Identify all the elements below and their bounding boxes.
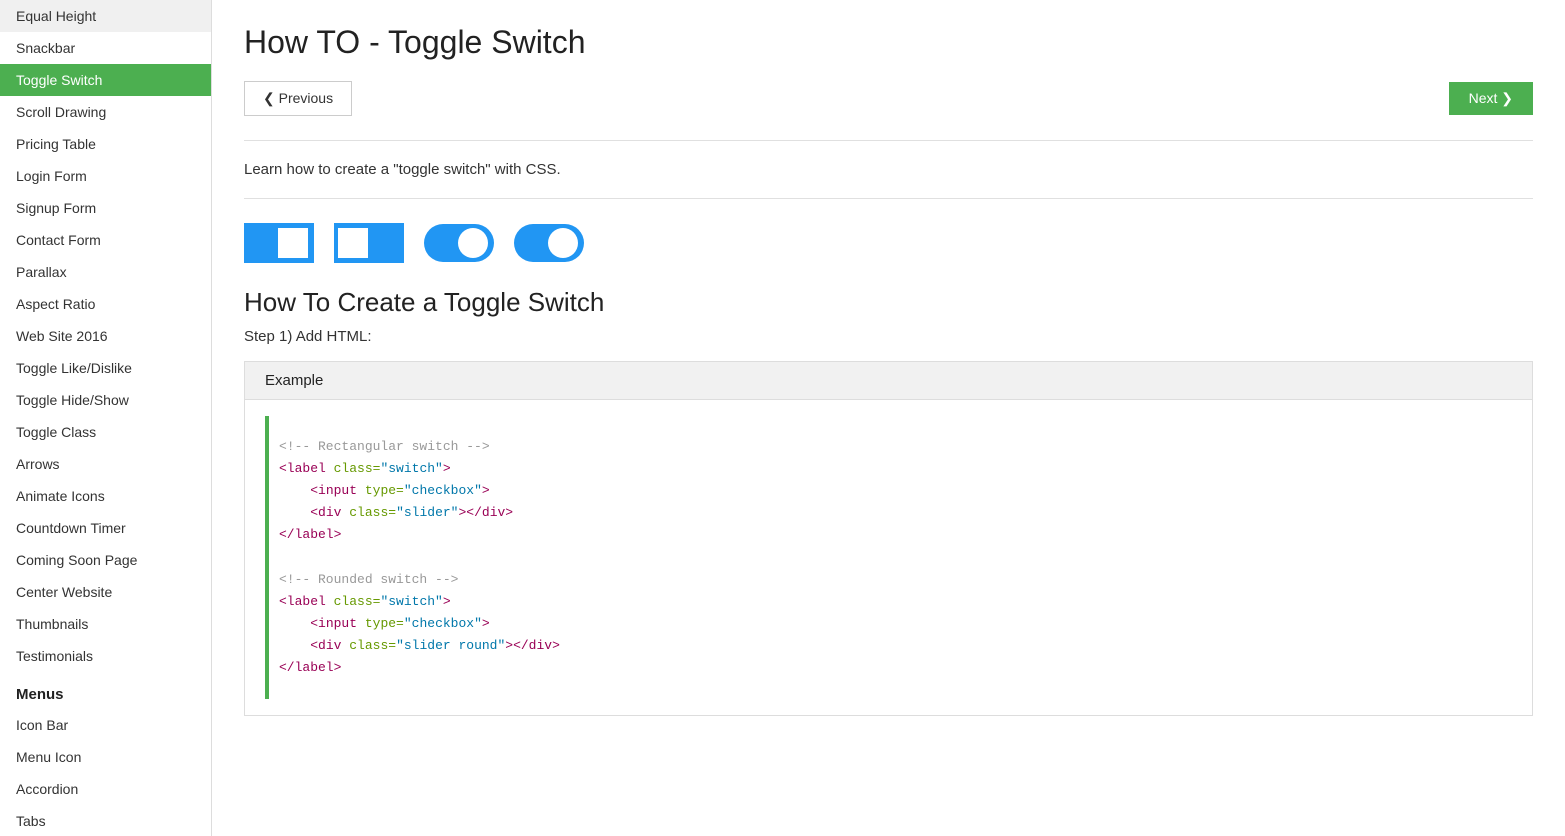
example-box: Example <!-- Rectangular switch --> <lab… [244,361,1533,716]
code-val-switch-1: "switch" [380,461,442,476]
slider-round-off [514,224,584,262]
example-header: Example [245,362,1532,400]
sidebar-item-scroll-drawing[interactable]: Scroll Drawing [0,96,211,128]
code-tag-label-2-end: </label> [279,660,341,675]
code-comment-2: <!-- Rounded switch --> [279,572,458,587]
code-tag-input-1-close: > [482,483,490,498]
toggle-round-off[interactable] [514,224,584,262]
code-attr-type-2: type= [365,616,404,631]
toggle-rect-off[interactable] [334,223,404,263]
code-tag-div-1: <div [310,505,341,520]
code-tag-input-2-close: > [482,616,490,631]
sidebar-item-toggle-hide-show[interactable]: Toggle Hide/Show [0,384,211,416]
toggle-round-on[interactable] [424,224,494,262]
toggle-rect-on[interactable] [244,223,314,263]
divider-2 [244,198,1533,199]
sidebar-item-countdown-timer[interactable]: Countdown Timer [0,512,211,544]
sidebar-item-contact-form[interactable]: Contact Form [0,224,211,256]
code-attr-type-1: type= [365,483,404,498]
sidebar-menu-items-list: Icon BarMenu IconAccordionTabsVertical T… [0,709,211,836]
sidebar-item-coming-soon-page[interactable]: Coming Soon Page [0,544,211,576]
sidebar-items-list: Equal HeightSnackbarToggle SwitchScroll … [0,0,211,672]
code-tag-div-2-close: ></div> [505,638,560,653]
sidebar-menu-item-icon-bar[interactable]: Icon Bar [0,709,211,741]
code-area: <!-- Rectangular switch --> <label class… [265,416,1512,699]
next-button[interactable]: Next ❯ [1449,82,1533,115]
code-tag-label-1-end: </label> [279,527,341,542]
code-tag-div-2: <div [310,638,341,653]
slider-rect-on [244,223,314,263]
sidebar-item-signup-form[interactable]: Signup Form [0,192,211,224]
sidebar-item-animate-icons[interactable]: Animate Icons [0,480,211,512]
code-val-slider-round: "slider round" [396,638,505,653]
sidebar-item-parallax[interactable]: Parallax [0,256,211,288]
code-attr-class-3: class= [334,594,381,609]
code-tag-input-2: <input [310,616,357,631]
code-block: <!-- Rectangular switch --> <label class… [245,400,1532,715]
sidebar-item-login-form[interactable]: Login Form [0,160,211,192]
code-tag-div-1-close: ></div> [458,505,513,520]
section-title: How To Create a Toggle Switch [244,287,1533,318]
sidebar-item-testimonials[interactable]: Testimonials [0,640,211,672]
slider-round-on [424,224,494,262]
sidebar-menu-item-menu-icon[interactable]: Menu Icon [0,741,211,773]
sidebar-item-pricing-table[interactable]: Pricing Table [0,128,211,160]
sidebar: Equal HeightSnackbarToggle SwitchScroll … [0,0,212,836]
sidebar-item-web-site-2016[interactable]: Web Site 2016 [0,320,211,352]
code-attr-class-4: class= [349,638,396,653]
menus-section-label: Menus [0,672,211,709]
prev-button[interactable]: ❮ Previous [244,81,352,116]
sidebar-item-toggle-like-dislike[interactable]: Toggle Like/Dislike [0,352,211,384]
slider-rect-off [334,223,404,263]
nav-buttons: ❮ Previous Next ❯ [244,81,1533,116]
sidebar-item-toggle-class[interactable]: Toggle Class [0,416,211,448]
divider-1 [244,140,1533,141]
code-tag-label-1: <label [279,461,326,476]
code-attr-class-1: class= [334,461,381,476]
sidebar-item-thumbnails[interactable]: Thumbnails [0,608,211,640]
sidebar-item-aspect-ratio[interactable]: Aspect Ratio [0,288,211,320]
code-tag-label-2: <label [279,594,326,609]
intro-text: Learn how to create a "toggle switch" wi… [244,161,1533,178]
sidebar-item-center-website[interactable]: Center Website [0,576,211,608]
code-comment-1: <!-- Rectangular switch --> [279,439,490,454]
code-val-checkbox-2: "checkbox" [404,616,482,631]
sidebar-menu-item-accordion[interactable]: Accordion [0,773,211,805]
main-content: How TO - Toggle Switch ❮ Previous Next ❯… [212,0,1565,836]
sidebar-item-equal-height[interactable]: Equal Height [0,0,211,32]
code-val-slider: "slider" [396,505,458,520]
code-val-switch-2: "switch" [380,594,442,609]
code-attr-class-2: class= [349,505,396,520]
step-label: Step 1) Add HTML: [244,328,1533,345]
sidebar-item-toggle-switch[interactable]: Toggle Switch [0,64,211,96]
sidebar-item-snackbar[interactable]: Snackbar [0,32,211,64]
code-val-checkbox-1: "checkbox" [404,483,482,498]
sidebar-item-arrows[interactable]: Arrows [0,448,211,480]
toggles-demo [244,223,1533,263]
code-tag-label-1-close: > [443,461,451,476]
code-tag-label-2-close: > [443,594,451,609]
page-title: How TO - Toggle Switch [244,24,1533,61]
sidebar-menu-item-tabs[interactable]: Tabs [0,805,211,836]
code-tag-input-1: <input [310,483,357,498]
